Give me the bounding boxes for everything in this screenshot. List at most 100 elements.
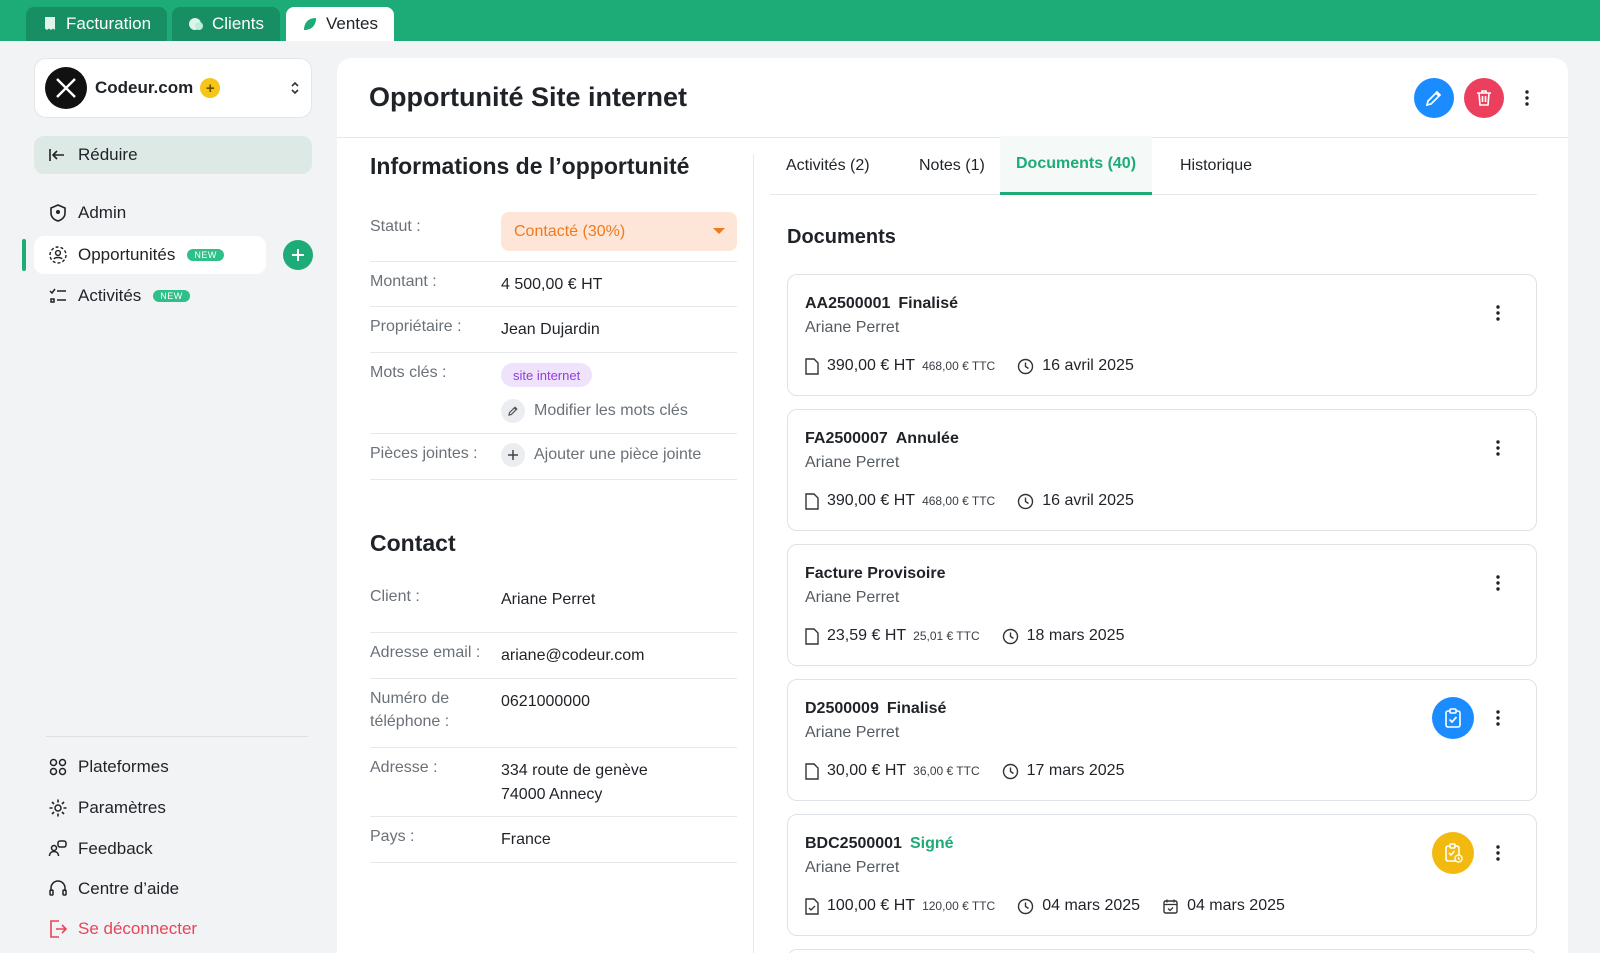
document-meta: 390,00 € HT 468,00 € TTC 16 avril 2025 (805, 357, 1134, 375)
tab-facturation[interactable]: Facturation (26, 7, 168, 41)
document-meta: 390,00 € HT 468,00 € TTC 16 avril 2025 (805, 492, 1134, 510)
tab-historique[interactable]: Historique (1164, 136, 1268, 195)
sidebar-item-label: Feedback (78, 839, 153, 858)
collapse-sidebar-button[interactable]: Réduire (34, 136, 312, 174)
phone-label-line2: téléphone : (370, 713, 450, 730)
document-meta: 100,00 € HT 120,00 € TTC 04 mars 2025 04… (805, 897, 1285, 915)
address-field: Adresse : 334 route de genève 74000 Anne… (370, 748, 737, 817)
attachments-field: Pièces jointes : Ajouter une pièce joint… (370, 434, 737, 480)
document-card[interactable]: AA2500001 Finalisé Ariane Perret 390,00 €… (787, 274, 1537, 396)
organization-switcher[interactable]: Codeur.com + (34, 58, 312, 118)
tab-label: Clients (212, 14, 264, 33)
file-icon (805, 357, 819, 375)
document-date: 18 mars 2025 (1026, 627, 1125, 644)
sidebar-item-label: Plateformes (78, 757, 169, 776)
add-opportunity-button[interactable] (283, 240, 313, 270)
sidebar-item-activites[interactable]: Activités NEW (34, 277, 266, 315)
tab-clients[interactable]: Clients (172, 7, 280, 41)
amount-ttc: 120,00 € TTC (922, 899, 996, 913)
plus-icon (292, 249, 304, 261)
plus-icon (508, 450, 518, 460)
owner-value: Jean Dujardin (501, 321, 600, 338)
edit-button[interactable] (1414, 78, 1454, 118)
document-client: Ariane Perret (805, 319, 900, 336)
sidebar-item-centre-aide[interactable]: Centre d’aide (34, 870, 266, 908)
document-ref: BDC2500001 Signé (805, 835, 954, 852)
document-status-button[interactable] (1432, 832, 1474, 874)
email-value: ariane@codeur.com (501, 647, 645, 664)
document-card[interactable]: FA2500007 Annulée Ariane Perret 390,00 € … (787, 409, 1537, 531)
document-client: Ariane Perret (805, 589, 900, 606)
clipboard-check-icon (1445, 708, 1461, 728)
attachments-label: Pièces jointes : (370, 445, 478, 462)
document-menu-button[interactable] (1488, 301, 1508, 325)
document-state: Finalisé (886, 700, 947, 717)
clock-icon (1018, 898, 1034, 914)
more-options-button[interactable] (1517, 86, 1537, 110)
email-label: Adresse email : (370, 644, 481, 661)
column-divider (753, 154, 754, 953)
document-card[interactable]: D2500009 Finalisé Ariane Perret 30,00 € H… (787, 679, 1537, 801)
app-top-bar: Facturation Clients Ventes (0, 0, 1600, 41)
new-badge: NEW (187, 249, 224, 261)
document-card[interactable] (787, 949, 1537, 953)
delete-button[interactable] (1464, 78, 1504, 118)
document-client: Ariane Perret (805, 454, 900, 471)
amount-value: 4 500,00 € HT (501, 276, 603, 293)
keyword-tag[interactable]: site internet (501, 363, 593, 387)
email-field: Adresse email : ariane@codeur.com (370, 633, 737, 679)
gear-icon (49, 799, 67, 817)
caret-down-icon (713, 228, 725, 234)
document-date-2: 04 mars 2025 (1187, 897, 1285, 914)
document-menu-button[interactable] (1488, 571, 1508, 595)
kebab-icon (1525, 90, 1529, 106)
sidebar-item-label: Admin (78, 203, 127, 222)
clipboard-pending-icon (1445, 843, 1463, 863)
tab-notes[interactable]: Notes (1) (903, 136, 1001, 195)
document-client: Ariane Perret (805, 859, 900, 876)
document-meta: 30,00 € HT 36,00 € TTC 17 mars 2025 (805, 762, 1124, 780)
pencil-circle (501, 399, 525, 423)
document-status-button[interactable] (1432, 697, 1474, 739)
status-value: Contacté (30%) (514, 222, 626, 240)
sidebar-item-plateformes[interactable]: Plateformes (34, 748, 266, 786)
pencil-icon (508, 406, 518, 416)
edit-keywords-button[interactable]: Modifier les mots clés (501, 399, 688, 423)
sidebar-item-logout[interactable]: Se déconnecter (34, 910, 266, 948)
feedback-icon (48, 840, 67, 857)
logout-icon (50, 920, 68, 938)
tab-label: Ventes (326, 14, 378, 33)
amount-ht: 23,59 € HT (827, 627, 907, 644)
page-title: Opportunité Site internet (369, 82, 688, 112)
country-value: France (501, 831, 551, 848)
tab-ventes[interactable]: Ventes (286, 7, 394, 41)
sidebar-item-parametres[interactable]: Paramètres (34, 789, 266, 827)
add-attachment-button[interactable]: Ajouter une pièce jointe (501, 443, 701, 467)
document-card[interactable]: BDC2500001 Signé Ariane Perret 100,00 € H… (787, 814, 1537, 936)
tab-documents[interactable]: Documents (40) (1000, 136, 1153, 195)
chevron-updown-icon[interactable] (289, 80, 301, 96)
tab-activites[interactable]: Activités (2) (770, 136, 886, 195)
document-meta: 23,59 € HT 25,01 € TTC 18 mars 2025 (805, 627, 1124, 645)
sidebar-item-admin[interactable]: Admin (34, 194, 266, 232)
document-state: Signé (909, 835, 954, 852)
document-menu-button[interactable] (1488, 436, 1508, 460)
sidebar-item-feedback[interactable]: Feedback (34, 830, 266, 868)
collapse-left-icon (49, 149, 64, 161)
document-card[interactable]: Facture Provisoire Ariane Perret 23,59 €… (787, 544, 1537, 666)
sidebar-item-label: Opportunités (78, 245, 176, 264)
document-menu-button[interactable] (1488, 841, 1508, 865)
card-header: Opportunité Site internet (337, 58, 1568, 138)
activities-icon (49, 288, 66, 303)
document-menu-button[interactable] (1488, 706, 1508, 730)
sidebar-item-label: Se déconnecter (78, 919, 198, 938)
document-date: 16 avril 2025 (1042, 357, 1134, 374)
owner-label: Propriétaire : (370, 318, 462, 335)
kebab-icon (1496, 710, 1500, 726)
tab-label: Activités (2) (786, 156, 870, 174)
status-select[interactable]: Contacté (30%) (501, 212, 737, 251)
sidebar-item-opportunites[interactable]: Opportunités NEW (34, 236, 266, 274)
collapse-label: Réduire (78, 145, 138, 164)
document-ref: FA2500007 Annulée (805, 430, 959, 447)
keywords-field: Mots clés : site internet Modifier les m… (370, 353, 737, 434)
